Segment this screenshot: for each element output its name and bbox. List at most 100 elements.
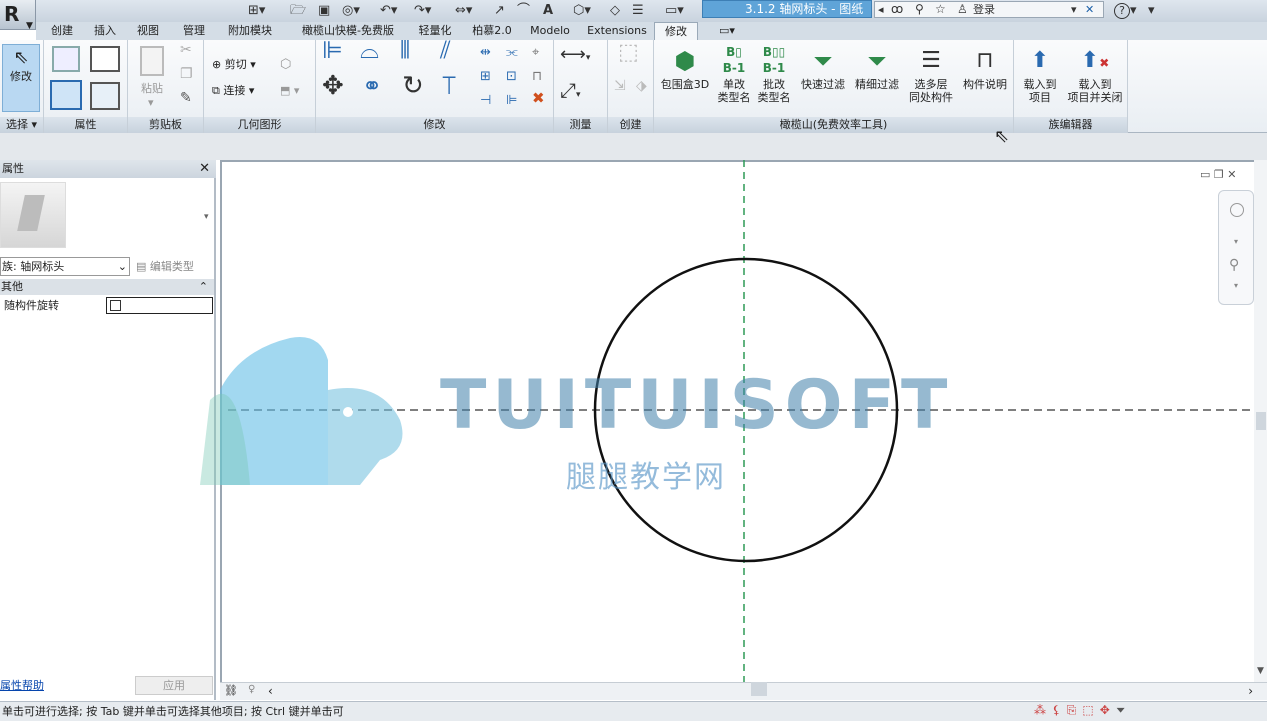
drag-elements-icon[interactable]: ✥: [1100, 703, 1116, 717]
tab-bimoo[interactable]: 柏慕2.0: [464, 22, 520, 40]
tab-manage[interactable]: 管理: [172, 22, 216, 40]
save-icon[interactable]: ⊞▾: [248, 2, 265, 20]
chevron-down-icon[interactable]: ▾: [1234, 237, 1238, 246]
lightbulb-icon[interactable]: ♀: [248, 684, 255, 695]
fine-filter-button[interactable]: ⏷ 精细过滤: [850, 44, 904, 91]
restore-view-icon[interactable]: ❐: [1214, 168, 1224, 181]
measure-icon[interactable]: ↗: [494, 2, 505, 20]
sync-icon[interactable]: ◎▾: [342, 2, 360, 20]
tab-lightweight[interactable]: 轻量化: [410, 22, 460, 40]
minimize-icon[interactable]: ▾: [1148, 2, 1155, 20]
scroll-down-icon[interactable]: ▼: [1257, 666, 1264, 676]
select-pinned-icon[interactable]: ⎘: [1067, 703, 1083, 717]
quick-filter-button[interactable]: ⏷ 快速过滤: [796, 44, 850, 91]
split-face-icon[interactable]: ⬡: [280, 58, 291, 71]
paste-icon[interactable]: [140, 46, 164, 76]
exchange-icon[interactable]: ✕: [1085, 2, 1094, 17]
pin-icon[interactable]: ⊓: [532, 70, 542, 83]
chevron-down-icon[interactable]: ▾: [1234, 281, 1238, 290]
copy-element-icon[interactable]: ⚭: [362, 74, 382, 98]
paint-icon[interactable]: ⬒ ▾: [280, 84, 299, 97]
mirror-axis-icon[interactable]: ⫴: [400, 38, 410, 62]
favorites-star-icon[interactable]: ☆: [935, 2, 946, 17]
unpin-icon[interactable]: ⌖: [532, 46, 539, 59]
select-by-face-icon[interactable]: ⬚: [1082, 703, 1099, 717]
array-icon[interactable]: ⊞: [480, 70, 491, 83]
vertical-scroll-thumb[interactable]: [1256, 412, 1266, 430]
bounding-box-3d-button[interactable]: ⬢ 包围盒3D: [658, 44, 712, 91]
scroll-left-icon[interactable]: ‹: [268, 684, 273, 698]
scale-chain-icon[interactable]: ⛓: [224, 684, 238, 697]
close-view-icon[interactable]: ✕: [1227, 168, 1236, 181]
trim-multiple-icon[interactable]: ⊫: [506, 94, 517, 107]
join-geometry-button[interactable]: ⧉ 连接 ▾: [212, 84, 254, 97]
split-gap-icon[interactable]: ⫘: [506, 46, 518, 59]
dimension-aligned-icon[interactable]: ⤢▾: [560, 80, 581, 102]
mirror-draw-icon[interactable]: ⫽: [440, 38, 451, 62]
load-into-project-button[interactable]: ⬆ 载入到 项目: [1018, 44, 1062, 104]
cut-icon[interactable]: ✂: [180, 43, 192, 57]
split-element-icon[interactable]: ⇹: [480, 46, 491, 59]
section-icon[interactable]: ◇: [610, 2, 620, 20]
edit-type-button[interactable]: ▤ 编辑类型: [136, 257, 214, 276]
horizontal-scroll-thumb[interactable]: [751, 682, 767, 696]
create-similar-icon[interactable]: ⇲: [614, 79, 626, 93]
switch-windows-icon[interactable]: ▭▾: [665, 2, 684, 20]
tab-modify[interactable]: 修改: [654, 22, 698, 41]
3d-view-icon[interactable]: ⬡▾: [573, 2, 591, 20]
ribbon-toggle-icon[interactable]: ▭▾: [712, 22, 742, 40]
save-file-icon[interactable]: ▣: [318, 2, 330, 20]
select-underlay-icon[interactable]: ⚸: [1052, 703, 1067, 717]
filter-icon[interactable]: ⏷: [1116, 703, 1132, 717]
align-icon[interactable]: ⊫: [322, 38, 343, 62]
copy-icon[interactable]: ❐: [180, 67, 193, 81]
family-types-icon[interactable]: [52, 46, 80, 72]
rename-type-batch-button[interactable]: B▯▯ B-1 批改 类型名: [754, 44, 794, 104]
apply-button[interactable]: 应用: [135, 676, 213, 695]
cut-geometry-button[interactable]: ⊕ 剪切 ▾: [212, 58, 256, 71]
scroll-right-icon[interactable]: ›: [1248, 684, 1253, 698]
properties-help-link[interactable]: 属性帮助: [0, 677, 44, 693]
group-header-other[interactable]: 其他 ⌃: [0, 279, 214, 295]
component-note-button[interactable]: ⊓ 构件说明: [958, 44, 1012, 91]
application-menu-button[interactable]: R ▼: [0, 0, 36, 31]
select-multilevel-button[interactable]: ☰ 选多层 同处构件: [904, 44, 958, 104]
steering-wheel-icon[interactable]: [1230, 203, 1244, 217]
chevron-down-icon[interactable]: ▾: [1071, 2, 1077, 17]
rotate-with-component-checkbox[interactable]: [110, 300, 121, 311]
delete-icon[interactable]: ✖: [532, 91, 545, 106]
type-selector[interactable]: 族: 轴网标头 ⌄: [0, 257, 130, 276]
properties-icon[interactable]: [50, 80, 82, 110]
zoom-region-icon[interactable]: ⚲: [1229, 257, 1239, 273]
print-icon[interactable]: ⇔▾: [455, 2, 472, 20]
subscription-icon[interactable]: ⚲: [915, 2, 924, 17]
redo-icon[interactable]: ↷▾: [414, 2, 431, 20]
offset-icon[interactable]: ⌓: [360, 38, 379, 62]
tab-extensions[interactable]: Extensions: [584, 22, 650, 40]
move-icon[interactable]: ✥: [322, 73, 344, 99]
tab-addins[interactable]: 附加模块: [220, 22, 280, 40]
open-icon[interactable]: 🗁: [290, 2, 306, 20]
family-category-icon[interactable]: [90, 46, 120, 72]
tab-insert[interactable]: 插入: [84, 22, 126, 40]
tab-modelo[interactable]: Modelo: [522, 22, 578, 40]
sign-in-label[interactable]: 登录: [973, 2, 995, 17]
chevron-down-icon[interactable]: ▾: [204, 212, 209, 222]
select-links-icon[interactable]: ⁂: [1034, 703, 1052, 717]
chevron-down-icon[interactable]: ▾: [148, 96, 154, 109]
type-properties-icon[interactable]: [90, 82, 120, 110]
trim-extend-icon[interactable]: ⟙: [442, 74, 456, 98]
view-window-controls[interactable]: ▭ ❐ ✕: [1200, 168, 1237, 181]
measure-between-icon[interactable]: ⟷▾: [560, 46, 590, 65]
search-input[interactable]: ◂ ꝏ ⚲ ☆ ♙ 登录 ▾ ✕: [874, 1, 1104, 18]
trim-single-icon[interactable]: ⊣: [480, 94, 491, 107]
create-group-icon[interactable]: ⬚: [618, 42, 639, 64]
panel-label-select[interactable]: 选择 ▾: [0, 117, 43, 133]
modify-button[interactable]: ⇖ 修改: [2, 44, 40, 112]
thin-lines-icon[interactable]: ☰: [632, 2, 644, 20]
close-icon[interactable]: ✕: [199, 160, 210, 178]
tab-view[interactable]: 视图: [126, 22, 170, 40]
rotate-icon[interactable]: ↻: [402, 73, 424, 99]
create-parts-icon[interactable]: ⬗: [636, 79, 647, 93]
load-and-close-button[interactable]: ⬆✖ 载入到 项目并关闭: [1064, 44, 1126, 104]
